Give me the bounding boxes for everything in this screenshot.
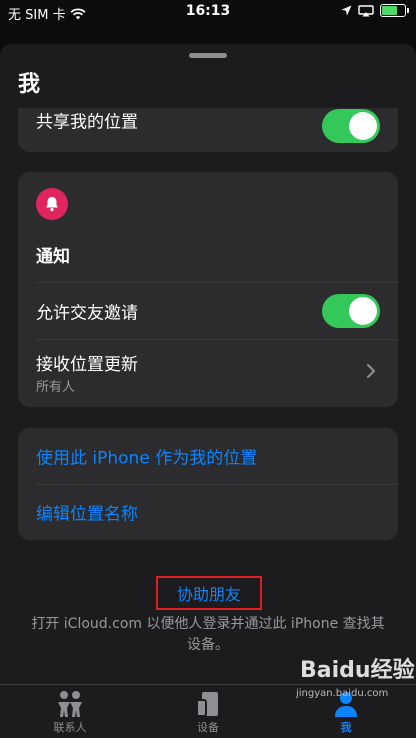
- me-sheet: 我 共享我的位置 通知 允许交友邀请 接收位置更新 所有人 使用此 iPhone…: [0, 44, 416, 738]
- screen-mirroring-icon: [358, 4, 374, 16]
- sheet-grabber[interactable]: [189, 53, 227, 58]
- tab-me-label: 我: [340, 721, 352, 734]
- battery-icon: [380, 4, 409, 17]
- receive-updates-label: 接收位置更新: [36, 355, 138, 375]
- status-right: [341, 4, 409, 17]
- share-location-toggle[interactable]: [322, 109, 380, 143]
- help-friend-description: 打开 iCloud.com 以便他人登录并通过此 iPhone 查找其设备。: [31, 616, 385, 653]
- page-title: 我: [18, 72, 41, 97]
- status-bar: 无 SIM 卡 16:13: [0, 0, 416, 24]
- allow-friend-requests-row: 允许交友邀请: [18, 283, 398, 339]
- notifications-header: 通知: [36, 247, 70, 267]
- allow-friend-requests-label: 允许交友邀请: [36, 303, 138, 324]
- tab-people-label: 联系人: [53, 721, 87, 734]
- people-icon: [58, 691, 82, 717]
- bell-icon: [36, 188, 68, 220]
- allow-friend-requests-toggle[interactable]: [322, 294, 380, 328]
- baidu-watermark-logo: Baidu经验: [300, 658, 415, 683]
- devices-icon: [196, 692, 218, 717]
- notifications-card: 通知 允许交友邀请 接收位置更新 所有人: [18, 172, 398, 407]
- edit-location-name-row[interactable]: 编辑位置名称: [18, 484, 398, 540]
- help-friend-label: 协助朋友: [176, 585, 241, 604]
- receive-updates-sublabel: 所有人: [36, 380, 76, 395]
- tab-devices[interactable]: 设备: [168, 689, 248, 735]
- tab-devices-label: 设备: [197, 721, 219, 734]
- sheet-header: 我: [0, 44, 416, 108]
- receive-location-updates-row[interactable]: 接收位置更新 所有人: [18, 340, 398, 402]
- share-location-label: 共享我的位置: [36, 112, 138, 133]
- use-this-iphone-link[interactable]: 使用此 iPhone 作为我的位置: [36, 444, 257, 469]
- baidu-watermark-url: jingyan.baidu.com: [296, 688, 389, 699]
- location-arrow-icon: [341, 5, 352, 16]
- location-actions-card: 使用此 iPhone 作为我的位置 编辑位置名称: [18, 428, 398, 540]
- edit-location-name-link[interactable]: 编辑位置名称: [36, 500, 138, 525]
- help-friend-button[interactable]: 协助朋友: [156, 576, 262, 610]
- use-this-iphone-row[interactable]: 使用此 iPhone 作为我的位置: [18, 428, 398, 484]
- tab-people[interactable]: 联系人: [30, 689, 110, 735]
- chevron-right-icon: [367, 364, 375, 378]
